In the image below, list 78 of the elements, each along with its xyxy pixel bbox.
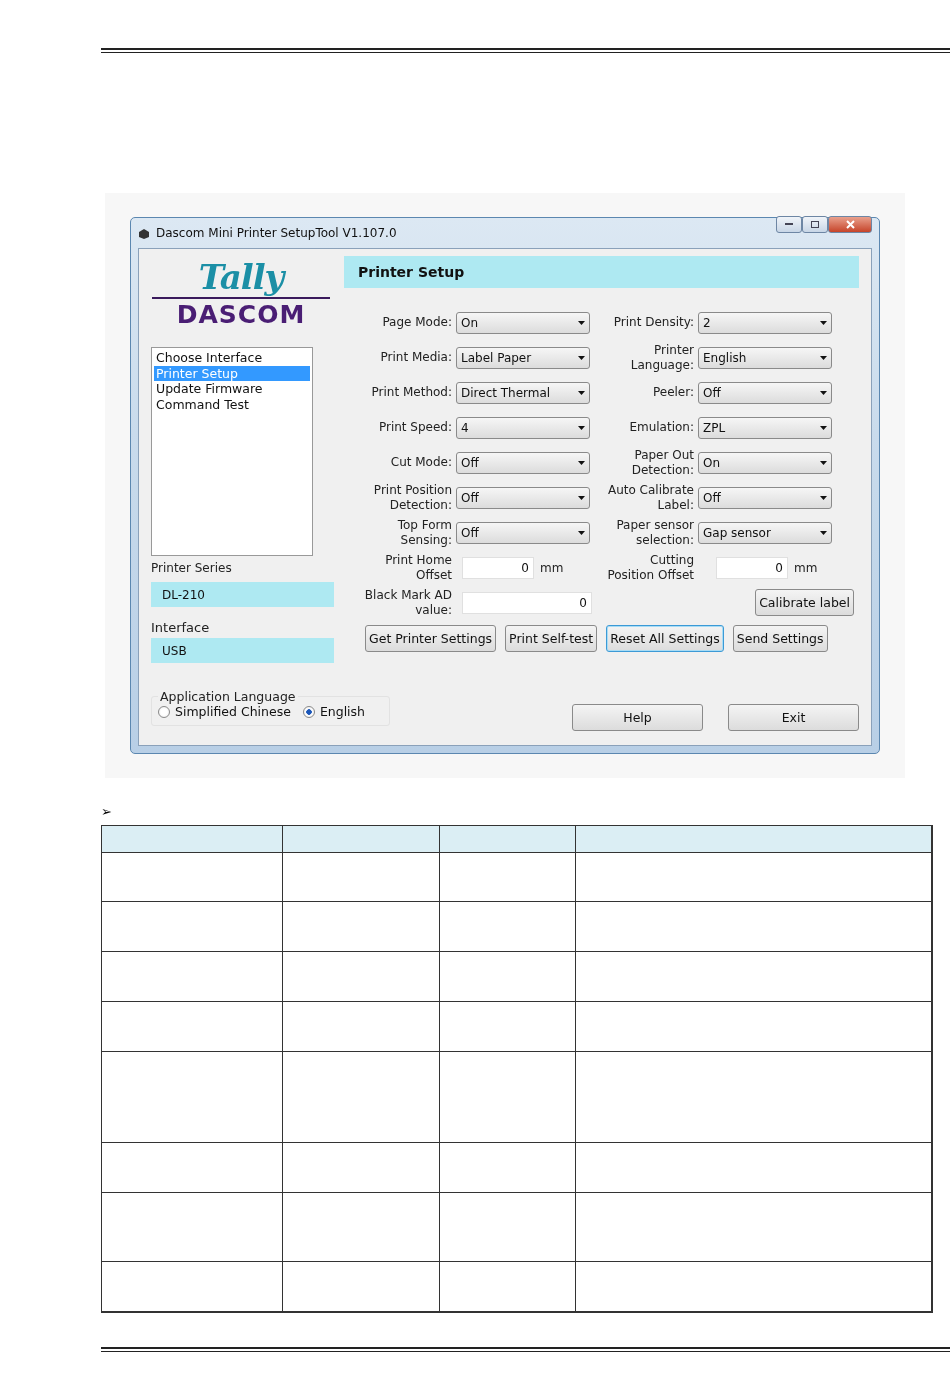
dropdown-arrow-icon <box>578 390 585 395</box>
unit-label: mm <box>794 560 818 575</box>
field-label: Paper Out Detection: <box>630 447 694 478</box>
minimize-button[interactable] <box>776 216 802 233</box>
field-label: Paper sensor selection: <box>615 517 694 548</box>
group-label: Application Language <box>159 689 297 704</box>
number-field[interactable]: 0 <box>462 556 534 579</box>
bullet-icon: ➢ <box>101 804 950 820</box>
dropdown-arrow-icon <box>820 355 827 360</box>
field-label: Cut Mode: <box>389 455 452 470</box>
dropdown[interactable]: Gap sensor <box>698 521 832 544</box>
nav-item[interactable]: Choose Interface <box>154 350 310 366</box>
field-label: Emulation: <box>628 420 694 435</box>
dropdown[interactable]: English <box>698 346 832 369</box>
field-label: Printer Series <box>151 561 233 575</box>
dropdown-arrow-icon <box>578 495 585 500</box>
dropdown[interactable]: 4 <box>456 416 590 439</box>
nav-item[interactable]: Command Test <box>154 396 310 412</box>
field-label: Print Home Offset <box>384 552 452 583</box>
dropdown-arrow-icon <box>578 530 585 535</box>
field-label: Auto Calibrate Label: <box>606 482 694 513</box>
unit-label: mm <box>540 560 564 575</box>
field-label: Top Form Sensing: <box>396 517 452 548</box>
field-label: Print Position Detection: <box>372 482 452 513</box>
dropdown-arrow-icon <box>820 390 827 395</box>
field-label: Print Speed: <box>377 420 452 435</box>
field-label: Black Mark AD value: <box>363 587 452 618</box>
printer-series-field: DL-210 <box>151 582 334 607</box>
interface-field: USB <box>151 638 334 663</box>
help-button[interactable]: Help <box>572 704 703 731</box>
dropdown-arrow-icon <box>578 425 585 430</box>
nav-item[interactable]: Update Firmware <box>154 381 310 397</box>
dropdown[interactable]: Off <box>698 486 832 509</box>
logo-company: DASCOM <box>152 297 330 329</box>
logo-brand: Tally <box>198 257 284 297</box>
field-label: Cutting Position Offset <box>606 552 694 583</box>
dropdown[interactable]: 2 <box>698 311 832 334</box>
field-label: Peeler: <box>651 385 694 400</box>
window-title: Dascom Mini Printer SetupTool V1.107.0 <box>156 226 398 240</box>
dropdown-arrow-icon <box>820 530 827 535</box>
dropdown[interactable]: Direct Thermal <box>456 381 590 404</box>
field-label: Printer Language: <box>629 342 694 373</box>
number-field[interactable]: 0 <box>462 591 592 614</box>
exit-button[interactable]: Exit <box>728 704 859 731</box>
number-field[interactable]: 0 <box>716 556 788 579</box>
field-label: Print Media: <box>379 350 452 365</box>
dropdown[interactable]: Off <box>698 381 832 404</box>
close-button[interactable] <box>828 216 872 233</box>
dropdown-arrow-icon <box>820 425 827 430</box>
maximize-button[interactable] <box>802 216 828 233</box>
dropdown-arrow-icon <box>820 495 827 500</box>
dropdown-arrow-icon <box>820 320 827 325</box>
field-label: Page Mode: <box>381 315 452 330</box>
dropdown-arrow-icon <box>820 460 827 465</box>
maximize-icon <box>811 221 819 228</box>
dropdown-arrow-icon <box>578 460 585 465</box>
dropdown-arrow-icon <box>578 355 585 360</box>
dropdown[interactable]: Label Paper <box>456 346 590 369</box>
minimize-icon <box>785 223 793 226</box>
close-icon <box>845 220 855 229</box>
dropdown[interactable]: Off <box>456 486 590 509</box>
dropdown[interactable]: On <box>456 311 590 334</box>
dropdown-arrow-icon <box>578 320 585 325</box>
action-button[interactable]: Send Settings <box>732 625 828 652</box>
dropdown[interactable]: Off <box>456 521 590 544</box>
dropdown[interactable]: Off <box>456 451 590 474</box>
calibrate-button[interactable]: Calibrate label <box>755 589 854 616</box>
field-label: Print Method: <box>370 385 452 400</box>
field-label: Interface <box>151 620 211 635</box>
action-button[interactable]: Reset All Settings <box>606 625 724 652</box>
field-label: Print Density: <box>612 315 694 330</box>
section-header: Printer Setup <box>344 256 859 288</box>
dropdown[interactable]: ZPL <box>698 416 832 439</box>
language-radio[interactable]: English <box>302 704 366 719</box>
action-button[interactable]: Get Printer Settings <box>365 625 497 652</box>
action-button[interactable]: Print Self-test <box>505 625 598 652</box>
language-radio[interactable]: Simplified Chinese <box>158 704 291 719</box>
dropdown[interactable]: On <box>698 451 832 474</box>
